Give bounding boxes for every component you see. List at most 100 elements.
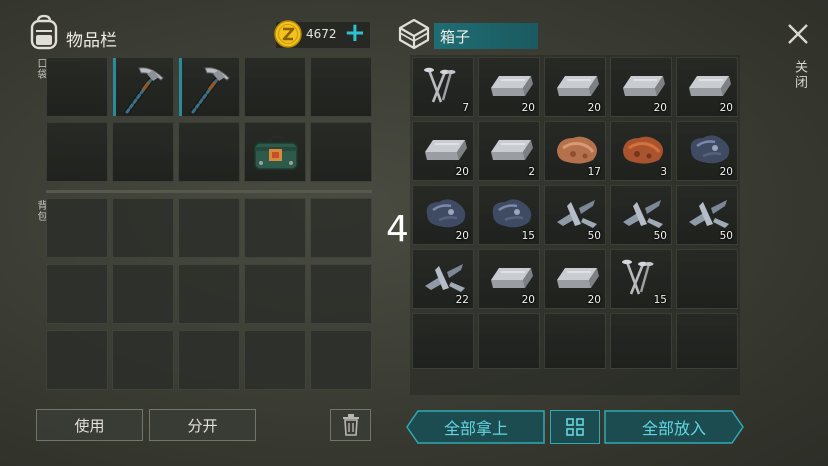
section-divider bbox=[46, 190, 372, 193]
backpack-slot[interactable] bbox=[112, 198, 174, 258]
chest-slot[interactable]: 20 bbox=[676, 57, 738, 117]
chest-slot[interactable]: 20 bbox=[544, 57, 606, 117]
chest-slot[interactable]: 20 bbox=[544, 249, 606, 309]
chest-slot[interactable]: 3 bbox=[610, 121, 672, 181]
backpack-slot[interactable] bbox=[46, 198, 108, 258]
chest-slot[interactable] bbox=[676, 249, 738, 309]
backpack-slot[interactable] bbox=[112, 330, 174, 390]
chest-slot[interactable]: 17 bbox=[544, 121, 606, 181]
chest-slot[interactable]: 20 bbox=[676, 121, 738, 181]
backpack-slot[interactable] bbox=[178, 330, 240, 390]
item-quantity: 22 bbox=[455, 294, 469, 306]
pocket-slot[interactable] bbox=[178, 122, 240, 182]
backpack-slot[interactable] bbox=[178, 198, 240, 258]
pocket-slot[interactable] bbox=[112, 122, 174, 182]
pocket-slot[interactable] bbox=[46, 57, 108, 117]
chest-slot[interactable] bbox=[610, 313, 672, 369]
pickaxe-icon bbox=[117, 60, 171, 116]
sort-button[interactable] bbox=[550, 410, 600, 444]
item-quantity: 20 bbox=[455, 166, 469, 178]
item-quantity: 20 bbox=[719, 102, 733, 114]
backpack-slot[interactable] bbox=[310, 264, 372, 324]
chest-slot[interactable]: 50 bbox=[544, 185, 606, 245]
backpack-slot[interactable] bbox=[244, 264, 306, 324]
item-quantity: 20 bbox=[521, 294, 535, 306]
use-button[interactable]: 使用 bbox=[36, 409, 143, 441]
coin-count: 4672 bbox=[306, 27, 337, 41]
item-quantity: 20 bbox=[587, 294, 601, 306]
backpack-slot[interactable] bbox=[178, 264, 240, 324]
iron-ingot-icon bbox=[619, 66, 667, 106]
pocket-slot[interactable] bbox=[46, 122, 108, 182]
chest-slot[interactable]: 2 bbox=[478, 121, 540, 181]
chest-slot[interactable] bbox=[412, 313, 474, 369]
close-icon[interactable] bbox=[786, 22, 810, 46]
close-button[interactable]: 关闭 bbox=[790, 60, 809, 90]
item-quantity: 15 bbox=[521, 230, 535, 242]
item-quantity: 20 bbox=[521, 102, 535, 114]
chest-slot[interactable] bbox=[478, 313, 540, 369]
nails-icon bbox=[619, 258, 667, 298]
backpack-slot[interactable] bbox=[244, 198, 306, 258]
item-quantity: 50 bbox=[719, 230, 733, 242]
metal-scrap-icon bbox=[619, 194, 667, 234]
pickaxe-icon bbox=[183, 60, 237, 116]
chest-slot[interactable]: 50 bbox=[676, 185, 738, 245]
pocket-slot[interactable] bbox=[244, 57, 306, 117]
pocket-slot[interactable] bbox=[310, 122, 372, 182]
iron-ingot-icon bbox=[685, 66, 733, 106]
chest-name-field[interactable]: 箱子 bbox=[434, 23, 538, 49]
split-button[interactable]: 分开 bbox=[149, 409, 256, 441]
backpack-slot[interactable] bbox=[310, 198, 372, 258]
pocket-slot[interactable] bbox=[244, 122, 306, 182]
iron-ore-icon bbox=[685, 130, 733, 170]
metal-scrap-icon bbox=[553, 194, 601, 234]
iron-ingot-icon bbox=[553, 66, 601, 106]
chest-slot[interactable]: 15 bbox=[610, 249, 672, 309]
chest-slot[interactable]: 15 bbox=[478, 185, 540, 245]
chest-slot[interactable]: 20 bbox=[610, 57, 672, 117]
chest-slot[interactable]: 7 bbox=[412, 57, 474, 117]
copper-ore-icon bbox=[553, 130, 601, 170]
take-all-button[interactable]: 全部拿上 bbox=[406, 410, 546, 444]
item-quantity: 15 bbox=[653, 294, 667, 306]
chest-slot[interactable]: 22 bbox=[412, 249, 474, 309]
iron-ingot-icon bbox=[553, 258, 601, 298]
chest-icon bbox=[396, 16, 432, 50]
z-coin-icon bbox=[274, 20, 302, 48]
nails-icon bbox=[421, 66, 469, 106]
item-quantity: 50 bbox=[653, 230, 667, 242]
pocket-slot[interactable] bbox=[178, 57, 240, 117]
chest-slot[interactable]: 20 bbox=[412, 185, 474, 245]
overlay-number: 4 bbox=[386, 209, 409, 250]
backpack-slot[interactable] bbox=[46, 330, 108, 390]
chest-slot[interactable] bbox=[544, 313, 606, 369]
metal-scrap-icon bbox=[685, 194, 733, 234]
chest-slot[interactable]: 50 bbox=[610, 185, 672, 245]
item-quantity: 20 bbox=[455, 230, 469, 242]
iron-ore-icon bbox=[487, 194, 535, 234]
take-all-label: 全部拿上 bbox=[443, 419, 508, 438]
item-quantity: 3 bbox=[660, 166, 667, 178]
metal-scrap-icon bbox=[421, 258, 469, 298]
backpack-slot[interactable] bbox=[46, 264, 108, 324]
iron-ingot-icon bbox=[421, 130, 469, 170]
item-quantity: 20 bbox=[719, 166, 733, 178]
chest-slot[interactable]: 20 bbox=[478, 57, 540, 117]
backpack-slot[interactable] bbox=[310, 330, 372, 390]
chest-slot[interactable] bbox=[676, 313, 738, 369]
backpack-slot[interactable] bbox=[112, 264, 174, 324]
iron-ingot-icon bbox=[487, 130, 535, 170]
chest-slot[interactable]: 20 bbox=[478, 249, 540, 309]
copper-ore-dark-icon bbox=[619, 130, 667, 170]
pocket-slot[interactable] bbox=[310, 57, 372, 117]
put-all-button[interactable]: 全部放入 bbox=[604, 410, 744, 444]
add-coins-button[interactable]: + bbox=[344, 18, 366, 48]
backpack-slot[interactable] bbox=[244, 330, 306, 390]
item-quantity: 2 bbox=[528, 166, 535, 178]
sort-grid-icon bbox=[565, 417, 585, 437]
pocket-slot[interactable] bbox=[112, 57, 174, 117]
trash-button[interactable] bbox=[330, 409, 371, 441]
chest-slot[interactable]: 20 bbox=[412, 121, 474, 181]
iron-ingot-icon bbox=[487, 258, 535, 298]
